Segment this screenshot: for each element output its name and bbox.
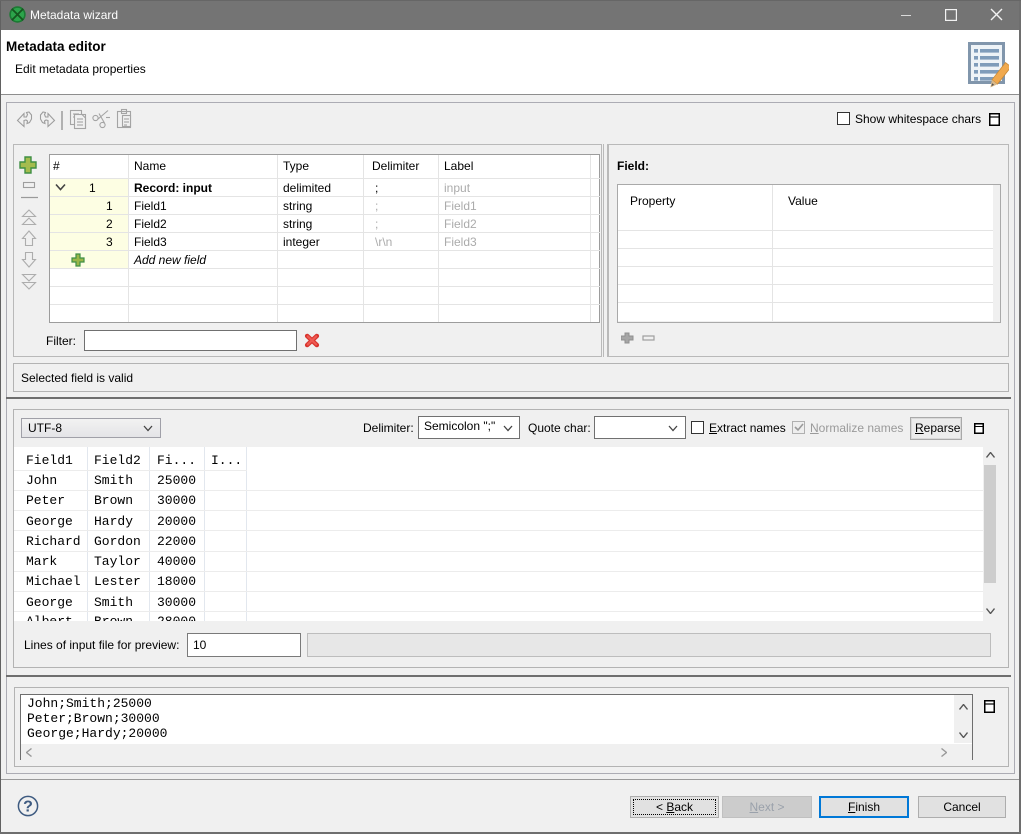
- svg-text:?: ?: [23, 799, 33, 816]
